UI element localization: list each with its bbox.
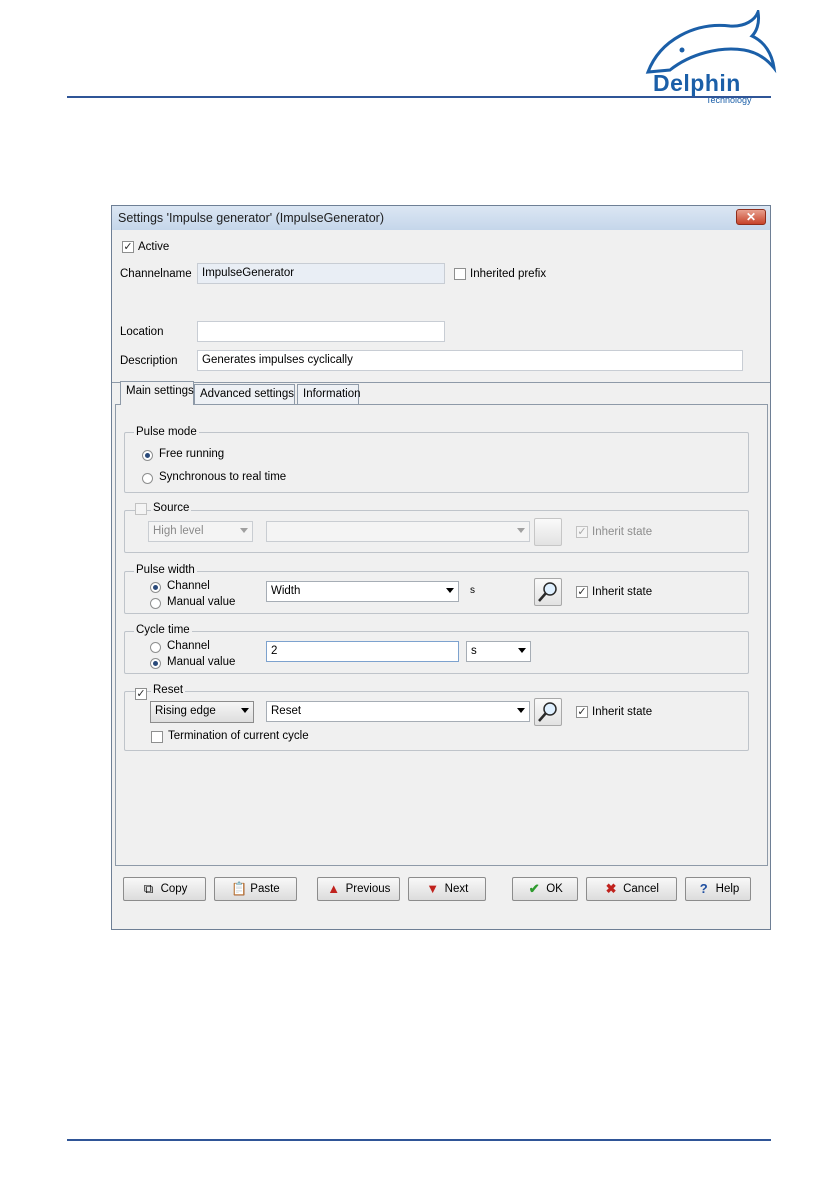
title-bar[interactable]: Settings 'Impulse generator' (ImpulseGen… (112, 206, 770, 230)
next-label: Next (444, 883, 469, 895)
arrow-down-icon: ▼ (426, 881, 440, 896)
main-settings-panel: Pulse mode Free running Synchronous to r… (115, 404, 768, 866)
inherited-prefix-label: Inherited prefix (470, 268, 547, 280)
pulse-width-manual-radio[interactable] (150, 598, 161, 609)
active-checkbox[interactable]: ✓ (122, 241, 134, 253)
cycle-time-channel-label: Channel (167, 640, 210, 652)
settings-dialog: Settings 'Impulse generator' (ImpulseGen… (111, 205, 771, 930)
previous-button[interactable]: ▲ Previous (317, 877, 400, 901)
pulse-width-channel-radio[interactable] (150, 582, 161, 593)
termination-label: Termination of current cycle (168, 730, 309, 742)
cross-icon: ✖ (605, 881, 617, 896)
pulse-width-inherit-checkbox[interactable]: ✓ (576, 586, 588, 598)
question-icon: ? (699, 881, 708, 896)
active-label: Active (138, 241, 170, 253)
paste-icon: 📋 (231, 881, 248, 896)
cancel-button[interactable]: ✖ Cancel (586, 877, 677, 901)
source-browse-button[interactable] (534, 518, 562, 546)
reset-channel-value: Reset (271, 705, 302, 717)
chevron-down-icon (241, 708, 249, 713)
previous-label: Previous (345, 883, 391, 895)
dialog-title: Settings 'Impulse generator' (ImpulseGen… (118, 211, 385, 225)
pulse-width-unit: s (470, 585, 475, 596)
termination-checkbox[interactable] (151, 731, 163, 743)
pulse-width-channel-combo[interactable]: Width (266, 581, 459, 602)
pulse-width-inherit-label: Inherit state (592, 586, 653, 598)
cycle-time-manual-label: Manual value (167, 656, 236, 668)
tab-strip-line (112, 382, 770, 383)
help-button[interactable]: ? Help (685, 877, 751, 901)
magnifier-icon (538, 702, 557, 722)
cycle-time-value-field[interactable]: 2 (266, 641, 459, 662)
header-rule (67, 96, 771, 98)
reset-inherit-label: Inherit state (592, 706, 653, 718)
reset-channel-combo[interactable]: Reset (266, 701, 530, 722)
reset-edge-value: Rising edge (155, 705, 216, 717)
paste-label: Paste (250, 883, 280, 895)
reset-title: Reset (151, 684, 186, 696)
reset-inherit-checkbox[interactable]: ✓ (576, 706, 588, 718)
chevron-down-icon (240, 528, 248, 533)
checkmark-icon: ✔ (528, 881, 540, 896)
source-level-value: High level (153, 525, 204, 537)
pulse-width-manual-label: Manual value (167, 596, 236, 608)
tab-information[interactable]: Information (297, 384, 361, 404)
synchronous-label: Synchronous to real time (159, 471, 287, 483)
cycle-time-unit-value: s (471, 645, 477, 657)
next-button[interactable]: ▼ Next (408, 877, 486, 901)
cycle-time-unit-combo[interactable]: s (466, 641, 531, 662)
pulse-mode-title: Pulse mode (134, 426, 199, 438)
location-label: Location (120, 326, 164, 338)
chevron-down-icon (517, 708, 525, 713)
pulse-width-channel-value: Width (271, 585, 301, 597)
source-inherit-checkbox[interactable]: ✓ (576, 526, 588, 538)
paste-button[interactable]: 📋 Paste (214, 877, 297, 901)
source-channel-combo[interactable] (266, 521, 530, 542)
chevron-down-icon (446, 588, 454, 593)
source-inherit-label: Inherit state (592, 526, 653, 538)
help-label: Help (715, 883, 740, 895)
cycle-time-channel-radio[interactable] (150, 642, 161, 653)
tab-main-settings[interactable]: Main settings (120, 381, 194, 405)
free-running-label: Free running (159, 448, 225, 460)
inherited-prefix-checkbox[interactable] (454, 268, 466, 280)
cancel-label: Cancel (623, 883, 659, 895)
cycle-time-title: Cycle time (134, 624, 192, 636)
ok-label: OK (546, 883, 563, 895)
copy-icon: ⧉ (143, 881, 154, 896)
reset-edge-combo[interactable]: Rising edge (150, 701, 254, 723)
copy-label: Copy (160, 883, 188, 895)
description-field[interactable]: Generates impulses cyclically (197, 350, 743, 371)
cycle-time-manual-radio[interactable] (150, 658, 161, 669)
synchronous-radio[interactable] (142, 473, 153, 484)
magnifier-icon (538, 582, 557, 602)
description-label: Description (120, 355, 178, 367)
pulse-width-channel-label: Channel (167, 580, 210, 592)
reset-checkbox[interactable]: ✓ (135, 688, 147, 700)
reset-browse-button[interactable] (534, 698, 562, 726)
ok-button[interactable]: ✔ OK (512, 877, 578, 901)
chevron-down-icon (517, 528, 525, 533)
close-icon: ✕ (745, 210, 757, 224)
channelname-label: Channelname (120, 268, 192, 280)
chevron-down-icon (518, 648, 526, 653)
tab-advanced-settings[interactable]: Advanced settings (194, 384, 295, 404)
free-running-radio[interactable] (142, 450, 153, 461)
pulse-width-title: Pulse width (134, 564, 197, 576)
source-checkbox[interactable] (135, 503, 147, 515)
channelname-field[interactable]: ImpulseGenerator (197, 263, 445, 284)
arrow-up-icon: ▲ (327, 881, 341, 896)
source-title: Source (151, 502, 192, 514)
footer-rule (67, 1139, 771, 1141)
copy-button[interactable]: ⧉ Copy (123, 877, 206, 901)
close-button[interactable]: ✕ (736, 209, 766, 225)
pulse-width-browse-button[interactable] (534, 578, 562, 606)
location-field[interactable] (197, 321, 445, 342)
pulse-mode-group (124, 432, 749, 493)
source-level-combo[interactable]: High level (148, 521, 253, 542)
logo-text: Delphin (653, 70, 741, 96)
